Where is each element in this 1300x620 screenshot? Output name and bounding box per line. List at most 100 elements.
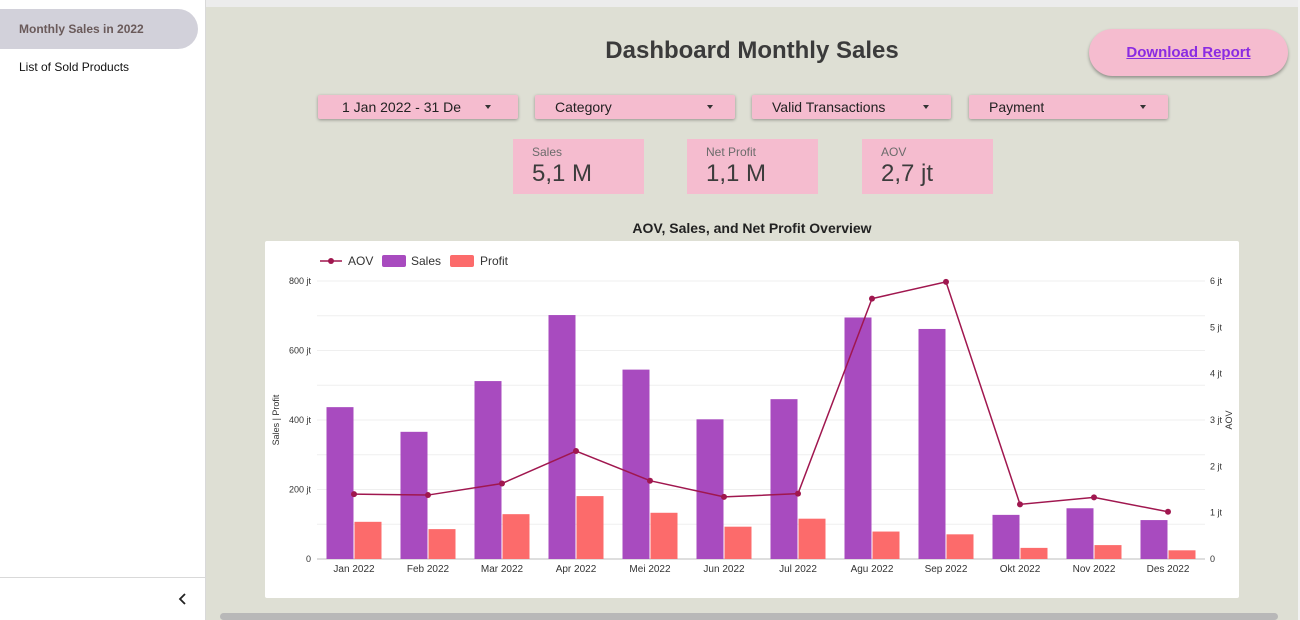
y-axis-title: Sales | Profit: [271, 394, 281, 445]
sales-bar: [1140, 520, 1168, 559]
aov-point: [351, 491, 357, 498]
kpi-sales: Sales 5,1 M: [513, 139, 644, 194]
sales-bar: [1066, 508, 1094, 559]
aov-point: [943, 278, 949, 285]
kpi-label: Sales: [532, 145, 563, 159]
sales-bar: [548, 315, 576, 559]
profit-bar: [798, 518, 826, 559]
dropdown-caret-icon: [1140, 105, 1146, 109]
transactions-filter[interactable]: Valid Transactions: [752, 95, 951, 119]
chart-card: 0 200 jt 400 jt 600 jt 800 jt 0 1 jt 2 jt 3 jt 4 …: [265, 241, 1239, 598]
y2-axis-title: AOV: [1224, 410, 1234, 429]
profit-bar: [1094, 545, 1122, 559]
y2-tick-label: 3 jt: [1210, 415, 1223, 425]
x-tick-label: Jul 2022: [779, 564, 817, 575]
y2-tick-label: 6 jt: [1210, 276, 1223, 286]
chevron-left-icon: [178, 593, 186, 605]
profit-bar: [1020, 547, 1048, 559]
aov-point: [1017, 501, 1023, 508]
profit-bar: [872, 531, 900, 559]
sales-bar: [622, 369, 650, 559]
legend-sales-swatch: [382, 255, 406, 267]
legend-label-aov: AOV: [348, 254, 373, 268]
kpi-label: Net Profit: [706, 145, 757, 159]
profit-bar: [650, 512, 678, 559]
x-tick-label: Mei 2022: [629, 564, 671, 575]
y-tick-label: 0: [306, 554, 311, 564]
y2-tick-label: 5 jt: [1210, 322, 1223, 332]
aov-point: [795, 490, 801, 497]
y-tick-label: 200 jt: [289, 485, 312, 495]
y2-tick-label: 1 jt: [1210, 508, 1223, 518]
profit-bar: [946, 534, 974, 559]
download-report-button[interactable]: Download Report: [1089, 29, 1288, 76]
legend-label-profit: Profit: [480, 254, 509, 268]
sales-bar: [918, 328, 946, 559]
date-range-label: 1 Jan 2022 - 31 De: [342, 99, 462, 115]
kpi-label: AOV: [881, 145, 907, 159]
legend-aov-marker-dot: [328, 258, 334, 264]
profit-bar: [1168, 550, 1196, 559]
y-tick-label: 800 jt: [289, 276, 312, 286]
x-tick-label: Okt 2022: [1000, 564, 1041, 575]
y2-tick-label: 0: [1210, 554, 1215, 564]
aov-point: [1091, 494, 1097, 501]
profit-bar: [724, 526, 752, 559]
kpi-value: 1,1 M: [706, 160, 767, 187]
x-tick-label: Jan 2022: [333, 564, 375, 575]
sales-bar: [770, 399, 798, 559]
x-tick-label: Jun 2022: [703, 564, 745, 575]
y2-tick-label: 2 jt: [1210, 461, 1223, 471]
aov-point: [721, 493, 727, 500]
profit-bar: [502, 514, 530, 559]
kpi-net-profit: Net Profit 1,1 M: [687, 139, 818, 194]
aov-point: [499, 480, 505, 487]
collapse-sidebar-button[interactable]: [174, 590, 192, 608]
aov-point: [869, 295, 875, 302]
kpi-value: 2,7 jt: [881, 160, 934, 187]
y2-tick-label: 4 jt: [1210, 369, 1223, 379]
kpi-value: 5,1 M: [532, 160, 593, 187]
x-tick-label: Des 2022: [1147, 564, 1190, 575]
x-tick-label: Nov 2022: [1073, 564, 1116, 575]
y-tick-label: 600 jt: [289, 346, 312, 356]
top-strip: [206, 0, 1300, 7]
y-tick-label: 400 jt: [289, 415, 312, 425]
x-tick-label: Sep 2022: [925, 564, 968, 575]
aov-point: [425, 492, 431, 499]
category-filter[interactable]: Category: [535, 95, 735, 119]
payment-filter[interactable]: Payment: [969, 95, 1168, 119]
profit-bar: [354, 521, 382, 559]
sales-bar: [992, 514, 1020, 559]
chart-title: AOV, Sales, and Net Profit Overview: [632, 220, 872, 236]
dropdown-caret-icon: [707, 105, 713, 109]
aov-point: [573, 448, 579, 455]
sales-bar: [326, 407, 354, 559]
sidebar-item-sold-products[interactable]: List of Sold Products: [0, 47, 198, 87]
legend-profit-swatch: [450, 255, 474, 267]
sidebar-item-monthly-sales[interactable]: Monthly Sales in 2022: [0, 9, 198, 49]
sales-bar: [474, 381, 502, 559]
horizontal-scrollbar[interactable]: [220, 613, 1278, 620]
aov-point: [1165, 508, 1171, 515]
date-range-filter[interactable]: 1 Jan 2022 - 31 De: [318, 95, 518, 119]
dropdown-caret-icon: [923, 105, 929, 109]
sales-bar: [844, 317, 872, 559]
x-tick-label: Mar 2022: [481, 564, 524, 575]
x-tick-label: Apr 2022: [556, 564, 597, 575]
profit-bar: [576, 496, 604, 559]
combo-chart: 0 200 jt 400 jt 600 jt 800 jt 0 1 jt 2 jt 3 jt 4 …: [271, 254, 1234, 575]
kpi-aov: AOV 2,7 jt: [862, 139, 993, 194]
payment-label: Payment: [989, 99, 1045, 115]
category-label: Category: [555, 99, 612, 115]
sales-bar: [696, 419, 724, 559]
aov-point: [647, 477, 653, 484]
transactions-label: Valid Transactions: [772, 99, 886, 115]
x-tick-label: Agu 2022: [851, 564, 894, 575]
sidebar: Monthly Sales in 2022 List of Sold Produ…: [0, 0, 206, 620]
sidebar-divider: [0, 577, 205, 578]
dropdown-caret-icon: [485, 105, 491, 109]
x-tick-label: Feb 2022: [407, 564, 450, 575]
profit-bar: [428, 529, 456, 559]
legend-label-sales: Sales: [411, 254, 441, 268]
